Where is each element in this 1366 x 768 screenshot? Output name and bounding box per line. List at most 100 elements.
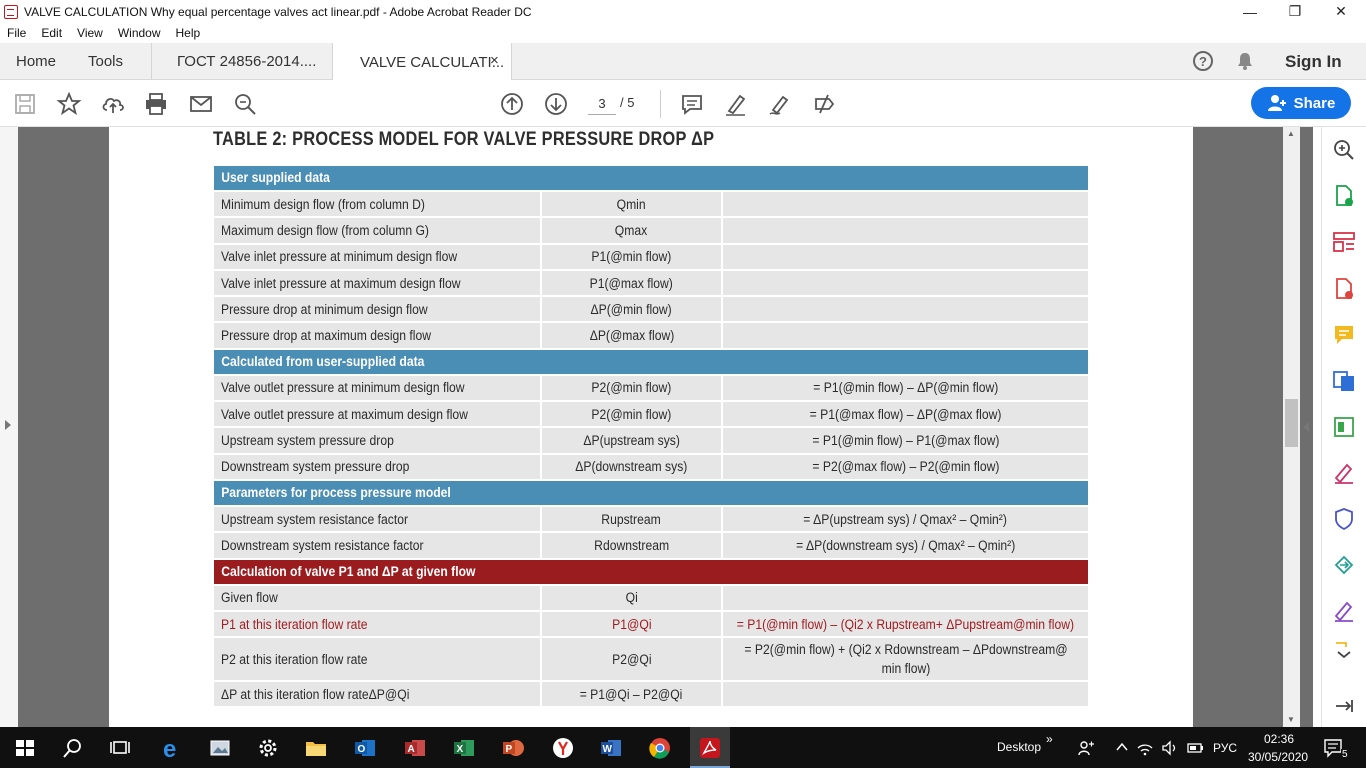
request-signature-icon[interactable] <box>1332 599 1356 623</box>
chrome-icon[interactable] <box>648 736 672 760</box>
powerpoint-icon[interactable]: P <box>501 736 525 760</box>
photos-icon[interactable] <box>208 736 232 760</box>
people-icon[interactable] <box>1077 739 1095 757</box>
task-view-icon[interactable] <box>108 736 132 760</box>
desktop-toolbar-label[interactable]: Desktop <box>997 740 1041 754</box>
excel-icon[interactable]: X <box>452 736 476 760</box>
language-indicator[interactable]: РУС <box>1213 741 1237 755</box>
export-pdf-icon[interactable] <box>1332 277 1356 301</box>
bookmark-star-icon[interactable] <box>56 91 82 117</box>
menu-view[interactable]: View <box>77 26 103 40</box>
email-icon[interactable] <box>188 91 214 117</box>
menu-window[interactable]: Window <box>118 26 161 40</box>
row-formula-cell: = ΔP(downstream sys) / Qmax² – Qmin²) <box>723 533 1088 558</box>
zoom-in-tool-icon[interactable] <box>1332 138 1356 162</box>
page-number-input[interactable]: 3 <box>588 93 616 115</box>
yandex-browser-icon[interactable] <box>551 736 575 760</box>
search-icon[interactable] <box>61 736 85 760</box>
row-formula-cell: = P1(@min flow) – (Qi2 x Rupstream+ ΔPup… <box>723 611 1088 637</box>
windows-start-icon[interactable] <box>13 736 37 760</box>
expand-left-panel-icon[interactable] <box>5 420 11 430</box>
cell-text: ΔP(upstream sys) <box>583 433 680 449</box>
row-symbol-cell: P1@Qi <box>542 611 721 637</box>
row-formula-cell <box>723 218 1088 243</box>
clock-time[interactable]: 02:36 <box>1264 732 1294 746</box>
row-symbol-cell: P2@Qi <box>542 638 721 681</box>
left-panel-strip <box>0 127 18 727</box>
collapse-panel-icon[interactable] <box>1332 694 1356 718</box>
edge-browser-icon[interactable]: e <box>160 736 184 760</box>
clock-date[interactable]: 30/05/2020 <box>1248 750 1308 764</box>
scroll-up-icon[interactable]: ▲ <box>1287 129 1295 138</box>
word-icon[interactable]: W <box>599 736 623 760</box>
combine-files-icon[interactable] <box>1332 369 1356 393</box>
share-button[interactable]: Share <box>1251 87 1351 119</box>
vertical-scrollbar[interactable]: ▲ ▼ <box>1283 127 1300 727</box>
tab-close-icon[interactable]: × <box>490 52 499 69</box>
settings-gear-icon[interactable] <box>256 736 280 760</box>
maximize-button[interactable]: ❐ <box>1272 0 1318 23</box>
compress-pdf-icon[interactable] <box>1332 415 1356 439</box>
sign-pen-icon[interactable] <box>767 91 793 117</box>
highlight-pen-icon[interactable] <box>723 91 749 117</box>
protect-shield-icon[interactable] <box>1332 507 1356 531</box>
svg-text:X: X <box>457 744 464 755</box>
wifi-icon[interactable] <box>1136 739 1154 757</box>
previous-page-icon[interactable] <box>499 91 525 117</box>
outlook-icon[interactable]: O <box>353 736 377 760</box>
cell-text: Maximum design flow (from column G) <box>221 222 429 238</box>
menu-edit[interactable]: Edit <box>41 26 62 40</box>
send-track-icon[interactable] <box>1332 553 1356 577</box>
menu-bar: File Edit View Window Help <box>0 23 1366 43</box>
minimize-button[interactable]: — <box>1227 0 1273 23</box>
svg-text:O: O <box>358 744 366 755</box>
volume-icon[interactable] <box>1161 739 1179 757</box>
comment-icon[interactable] <box>679 91 705 117</box>
acrobat-taskbar-icon[interactable] <box>698 736 722 760</box>
row-label-cell: Upstream system resistance factor <box>214 506 540 532</box>
tab-tools[interactable]: Tools <box>88 43 123 80</box>
tab-home[interactable]: Home <box>16 43 56 80</box>
next-page-icon[interactable] <box>543 91 569 117</box>
cell-text: = P1@Qi – P2@Qi <box>580 686 683 702</box>
comment-tool-icon[interactable] <box>1332 323 1356 347</box>
row-label-cell: P2 at this iteration flow rate <box>214 638 540 681</box>
organize-pages-icon[interactable] <box>1332 230 1356 254</box>
sign-in-button[interactable]: Sign In <box>1285 52 1342 72</box>
section-header-text: Parameters for process pressure model <box>221 484 451 500</box>
create-pdf-icon[interactable] <box>1332 184 1356 208</box>
row-symbol-cell: ΔP(@max flow) <box>542 323 721 348</box>
more-tools-chevron-icon[interactable] <box>1332 641 1356 661</box>
bell-icon[interactable] <box>1237 52 1253 70</box>
menu-file[interactable]: File <box>7 26 26 40</box>
collapse-right-panel-icon[interactable] <box>1303 422 1309 432</box>
tab-document-gost[interactable]: ГОСТ 24856-2014.... <box>177 43 316 80</box>
scroll-down-icon[interactable]: ▼ <box>1287 715 1295 724</box>
row-formula-cell: = P2(@max flow) – P2(@min flow) <box>723 454 1088 479</box>
toolbar-divider <box>660 90 661 118</box>
row-symbol-cell: Rdownstream <box>542 533 721 558</box>
close-button[interactable]: ✕ <box>1318 0 1364 23</box>
access-icon[interactable]: A <box>403 736 427 760</box>
cell-text: ΔP(downstream sys) <box>575 459 688 475</box>
battery-icon[interactable] <box>1186 740 1204 756</box>
tray-chevron-up-icon[interactable] <box>1115 741 1129 753</box>
zoom-search-icon[interactable] <box>232 91 258 117</box>
save-icon[interactable] <box>12 91 38 117</box>
file-explorer-icon[interactable] <box>304 736 328 760</box>
desktop-toolbar-chevron[interactable]: » <box>1046 732 1053 746</box>
row-label-cell: Valve outlet pressure at minimum design … <box>214 375 540 401</box>
scrollbar-thumb[interactable] <box>1285 399 1298 447</box>
upload-cloud-icon[interactable] <box>100 91 126 117</box>
fill-sign-icon[interactable] <box>811 91 837 117</box>
print-icon[interactable] <box>143 91 169 117</box>
row-formula-cell: = P2(@min flow) + (Qi2 x Rdownstream – Δ… <box>723 638 1088 681</box>
row-label-cell: Valve inlet pressure at minimum design f… <box>214 244 540 269</box>
menu-help[interactable]: Help <box>176 26 201 40</box>
help-icon[interactable]: ? <box>1193 51 1213 71</box>
table-row: Pressure drop at minimum design flow ΔP(@… <box>214 297 1088 323</box>
table-row: P2 at this iteration flow rate P2@Qi = P2(… <box>214 638 1088 682</box>
tab-document-valve[interactable]: VALVE CALCULATI... <box>332 43 512 81</box>
table-row: Minimum design flow (from column D) Qmin <box>214 192 1088 218</box>
fill-sign-tool-icon[interactable] <box>1332 461 1356 485</box>
